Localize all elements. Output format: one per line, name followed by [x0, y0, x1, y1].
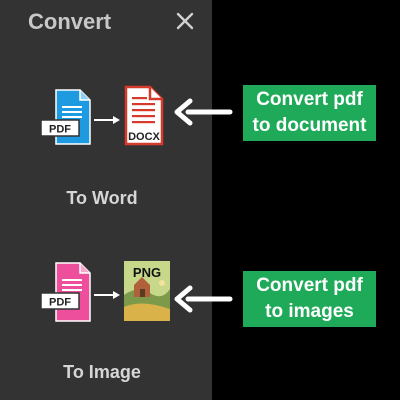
pdf-file-icon: PDF: [40, 262, 91, 322]
convert-panel: Convert PDF DOCX To Word PDF PNG To Imag…: [0, 0, 212, 400]
to-image-label: To Image: [63, 362, 141, 382]
pdf-badge-text: PDF: [49, 297, 71, 309]
convert-arrow-icon: [94, 291, 120, 299]
docx-badge-text: DOCX: [128, 131, 160, 143]
panel-title: Convert: [28, 9, 112, 34]
callout-convert-to-document: Convert pdf to document: [243, 85, 376, 141]
to-word-label: To Word: [66, 188, 138, 208]
to-image-graphic: PDF PNG: [40, 261, 170, 322]
close-button[interactable]: [172, 8, 198, 34]
png-image-icon: PNG: [124, 261, 170, 321]
callout-convert-to-images: Convert pdf to images: [243, 271, 376, 327]
to-word-option[interactable]: PDF DOCX To Word: [28, 82, 188, 212]
callout-line-1: Convert pdf: [256, 89, 363, 110]
to-image-option[interactable]: PDF PNG To Image: [28, 255, 188, 390]
to-word-graphic: PDF DOCX: [40, 85, 164, 146]
close-icon: [176, 12, 194, 30]
png-badge-text: PNG: [133, 265, 161, 280]
pdf-file-icon: PDF: [40, 89, 91, 145]
convert-arrow-icon: [94, 116, 120, 124]
callout-line-2: to document: [252, 115, 367, 136]
callout-line-1: Convert pdf: [256, 275, 363, 296]
arrow-left-icon: [174, 285, 233, 313]
callout-line-2: to images: [265, 301, 354, 322]
pdf-badge-text: PDF: [49, 124, 71, 136]
arrow-left-icon: [174, 98, 233, 126]
docx-file-icon: DOCX: [124, 85, 164, 146]
